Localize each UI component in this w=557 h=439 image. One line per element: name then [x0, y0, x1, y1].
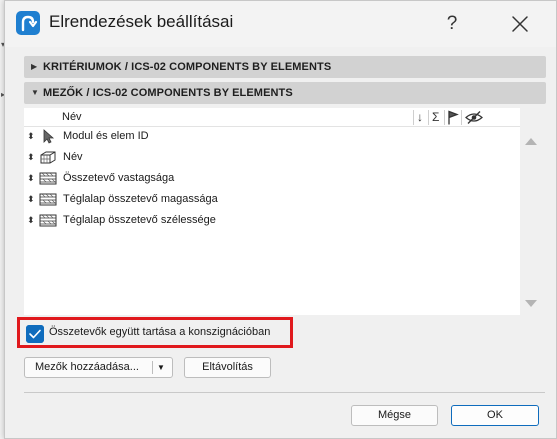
- list-item-label: Modul és elem ID: [63, 130, 149, 142]
- hatch-layers-icon: [39, 193, 57, 206]
- split-divider: [152, 361, 153, 374]
- column-divider: [461, 110, 462, 125]
- remove-button[interactable]: Eltávolítás: [184, 357, 271, 378]
- archicad-logo-icon: [16, 11, 40, 35]
- dialog-window: Elrendezések beállításai ? ▶ KRITÉRIUMOK…: [4, 0, 557, 439]
- hatch-layers-icon: [39, 172, 57, 185]
- footer-divider: [24, 392, 545, 393]
- criteria-section-header[interactable]: ▶ KRITÉRIUMOK / ICS-02 COMPONENTS BY ELE…: [24, 56, 546, 78]
- list-item[interactable]: ⬍ Összetevő vastagsága: [24, 168, 520, 189]
- sum-icon[interactable]: Σ: [432, 109, 439, 126]
- flag-icon[interactable]: [447, 109, 459, 126]
- cursor-arrow-icon: [43, 129, 55, 144]
- list-header: Név ↓ Σ: [24, 108, 520, 127]
- fields-section-header[interactable]: ▼ MEZŐK / ICS-02 COMPONENTS BY ELEMENTS: [24, 82, 546, 104]
- cancel-button[interactable]: Mégse: [351, 405, 438, 426]
- fields-section-label: MEZŐK / ICS-02 COMPONENTS BY ELEMENTS: [43, 87, 293, 99]
- column-divider: [444, 110, 445, 125]
- 3d-block-icon: [40, 151, 56, 164]
- collapse-chevron-down-icon[interactable]: ▼: [31, 82, 39, 104]
- dialog-title: Elrendezések beállításai: [49, 12, 234, 31]
- keep-components-together-checkbox[interactable]: [26, 325, 44, 343]
- keep-components-together-label[interactable]: Összetevők együtt tartása a konszignáció…: [49, 326, 270, 338]
- expand-chevron-right-icon[interactable]: ▶: [31, 56, 37, 78]
- close-icon[interactable]: [505, 9, 535, 39]
- column-header-name[interactable]: Név: [62, 111, 82, 123]
- list-item[interactable]: ⬍ Téglalap összetevő szélessége: [24, 210, 520, 231]
- hatch-layers-icon: [39, 214, 57, 227]
- drag-handle-icon[interactable]: ⬍: [27, 210, 35, 231]
- list-item[interactable]: ⬍ Modul és elem ID: [24, 126, 520, 147]
- column-divider: [413, 110, 414, 125]
- help-button[interactable]: ?: [437, 9, 467, 39]
- scroll-down-icon[interactable]: [524, 299, 538, 309]
- list-item[interactable]: ⬍ Téglalap összetevő magassága: [24, 189, 520, 210]
- sort-arrow-icon[interactable]: ↓: [417, 109, 423, 126]
- list-item-label: Név: [63, 151, 83, 163]
- criteria-section-label: KRITÉRIUMOK / ICS-02 COMPONENTS BY ELEME…: [43, 61, 332, 73]
- list-item-label: Téglalap összetevő szélessége: [63, 214, 216, 226]
- dropdown-arrow-icon[interactable]: ▼: [157, 358, 165, 377]
- keep-components-together-option[interactable]: Összetevők együtt tartása a konszignáció…: [17, 317, 293, 348]
- add-fields-split-button: Mezők hozzáadása... ▼: [24, 357, 173, 378]
- list-item-label: Téglalap összetevő magassága: [63, 193, 218, 205]
- list-item[interactable]: ⬍ Név: [24, 147, 520, 168]
- drag-handle-icon[interactable]: ⬍: [27, 147, 35, 168]
- title-bar[interactable]: Elrendezések beállításai ?: [5, 1, 556, 47]
- ok-button[interactable]: OK: [451, 405, 539, 426]
- drag-handle-icon[interactable]: ⬍: [27, 126, 35, 147]
- hidden-eye-icon[interactable]: [464, 109, 484, 126]
- drag-handle-icon[interactable]: ⬍: [27, 168, 35, 189]
- list-item-label: Összetevő vastagsága: [63, 172, 175, 184]
- scroll-up-icon[interactable]: [524, 136, 538, 146]
- drag-handle-icon[interactable]: ⬍: [27, 189, 35, 210]
- add-fields-button[interactable]: Mezők hozzáadása...: [35, 358, 139, 377]
- column-divider: [428, 110, 429, 125]
- fields-list[interactable]: Név ↓ Σ ⬍ Modul és elem ID ⬍ Név ⬍ Össze…: [24, 108, 520, 315]
